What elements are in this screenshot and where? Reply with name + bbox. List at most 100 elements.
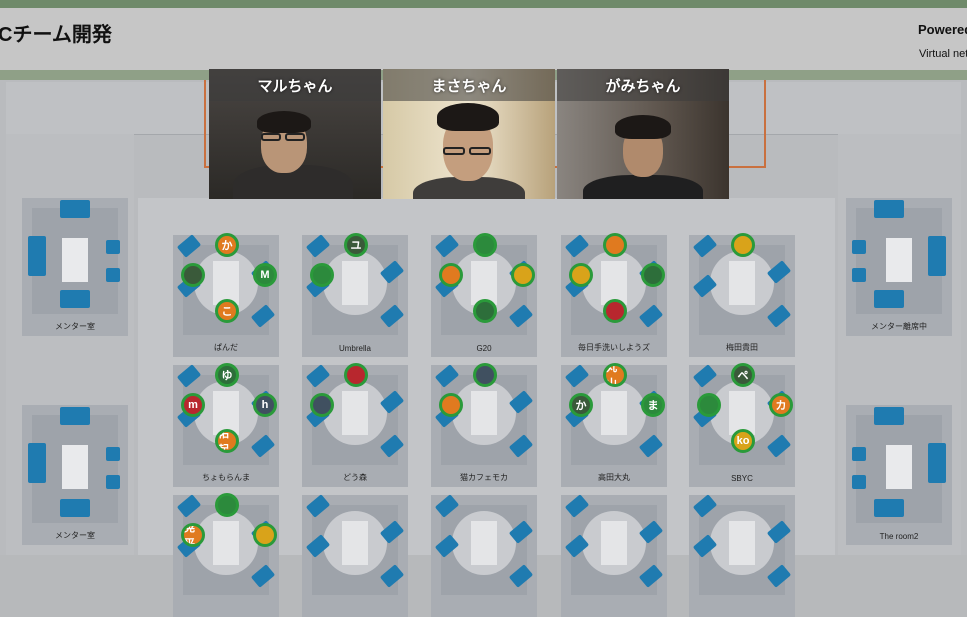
top-background-strip (0, 0, 967, 8)
user-avatar[interactable]: h (253, 393, 277, 417)
chair (928, 443, 946, 483)
chair (106, 475, 120, 489)
desk (213, 521, 239, 565)
video-tile[interactable]: がみちゃん (557, 69, 729, 199)
side-room-left-bottom[interactable]: メンター室 (22, 405, 128, 545)
user-avatar[interactable] (439, 263, 463, 287)
table-pod[interactable]: 梅田貴田 (689, 233, 795, 357)
table-label: 毎日手洗いしようズ (578, 343, 650, 352)
chair (874, 499, 904, 517)
table-label: 猫カフェモカ (460, 473, 508, 482)
user-avatar[interactable] (731, 233, 755, 257)
table-pod[interactable]: ゆ m h 佑起ちょもらんま (173, 363, 279, 487)
user-avatar[interactable] (511, 263, 535, 287)
chair (852, 447, 866, 461)
table-pod[interactable]: 毎日手洗いしようズ (561, 233, 667, 357)
chair (28, 443, 46, 483)
desk (729, 261, 755, 305)
space-header: Cチーム開発 Powered Virtual net (0, 8, 967, 71)
chair (874, 200, 904, 218)
table-label: SBYC (731, 474, 753, 483)
table-pod[interactable]: ペカ ko SBYC (689, 363, 795, 487)
table-pod[interactable] (431, 494, 537, 617)
user-avatar[interactable] (603, 299, 627, 323)
table-label: 高田大丸 (598, 473, 630, 482)
desk (601, 521, 627, 565)
user-avatar[interactable] (697, 393, 721, 417)
table-label: 梅田貴田 (726, 343, 758, 352)
desk (342, 261, 368, 305)
table-label: Umbrella (338, 344, 371, 353)
user-avatar[interactable] (473, 233, 497, 257)
desk (601, 391, 627, 435)
chair (60, 200, 90, 218)
user-avatar[interactable]: カ (769, 393, 793, 417)
chair (106, 268, 120, 282)
user-avatar[interactable]: ゆ (215, 363, 239, 387)
desk (471, 391, 497, 435)
user-avatar[interactable]: 晃平 (181, 523, 205, 547)
table-label: どう森 (343, 473, 367, 482)
chair (60, 290, 90, 308)
side-room-left-top[interactable]: メンター室 (22, 198, 128, 336)
user-avatar[interactable]: ko (731, 429, 755, 453)
table-pod[interactable] (561, 494, 667, 617)
chair (28, 236, 46, 276)
user-avatar[interactable]: 丸山 (603, 363, 627, 387)
table-pod[interactable]: 丸山か ま高田大丸 (561, 363, 667, 487)
user-avatar[interactable] (569, 263, 593, 287)
user-avatar[interactable] (473, 299, 497, 323)
user-avatar[interactable]: 佑起 (215, 429, 239, 453)
chair (60, 499, 90, 517)
user-avatar[interactable]: こ (215, 299, 239, 323)
table-pod[interactable]: 晃平 (173, 493, 279, 617)
table-pod[interactable]: ユ Umbrella (302, 233, 408, 357)
user-avatar[interactable]: ま (641, 393, 665, 417)
user-avatar[interactable] (310, 393, 334, 417)
user-avatar[interactable]: ユ (344, 233, 368, 257)
desk (729, 521, 755, 565)
side-room-label: The room2 (879, 532, 919, 541)
participant-name: マルちゃん (257, 78, 333, 95)
chair (852, 268, 866, 282)
chair (874, 407, 904, 425)
side-room-label: メンター離席中 (871, 322, 927, 331)
video-tile[interactable]: まさちゃん (383, 69, 555, 199)
user-avatar[interactable] (439, 393, 463, 417)
user-avatar[interactable] (603, 233, 627, 257)
chair (106, 447, 120, 461)
table-pod[interactable]: か M こぱんだ (173, 233, 279, 357)
table-pod[interactable]: どう森 (302, 363, 408, 487)
table-pod[interactable]: 猫カフェモカ (431, 363, 537, 487)
user-avatar[interactable]: か (569, 393, 593, 417)
header-subtitle: Virtual net (919, 48, 967, 60)
chair (106, 240, 120, 254)
user-avatar[interactable] (310, 263, 334, 287)
table-pod[interactable]: G20 (431, 233, 537, 357)
user-avatar[interactable] (473, 363, 497, 387)
table-pod[interactable] (302, 494, 408, 617)
video-tile[interactable]: マルちゃん (209, 69, 381, 199)
participant-name: まさちゃん (431, 78, 507, 95)
table-label: ちょもらんま (202, 473, 250, 482)
user-avatar[interactable]: か (215, 233, 239, 257)
side-room-label: メンター室 (55, 531, 95, 540)
user-avatar[interactable]: M (253, 263, 277, 287)
user-avatar[interactable] (181, 263, 205, 287)
user-avatar[interactable] (215, 493, 239, 517)
user-avatar[interactable] (253, 523, 277, 547)
table-label: G20 (476, 344, 492, 353)
user-avatar[interactable] (344, 363, 368, 387)
table-pod[interactable] (689, 494, 795, 617)
side-room-right-bottom[interactable]: The room2 (846, 405, 952, 545)
powered-by-label: Powered (918, 22, 967, 37)
user-avatar[interactable] (641, 263, 665, 287)
user-avatar[interactable]: ペ (731, 363, 755, 387)
side-room-right-top[interactable]: メンター離席中 (846, 198, 952, 336)
chair (928, 236, 946, 276)
desk (471, 521, 497, 565)
participant-name: がみちゃん (605, 78, 681, 95)
chair (874, 290, 904, 308)
table-label: ぱんだ (214, 343, 238, 352)
user-avatar[interactable]: m (181, 393, 205, 417)
